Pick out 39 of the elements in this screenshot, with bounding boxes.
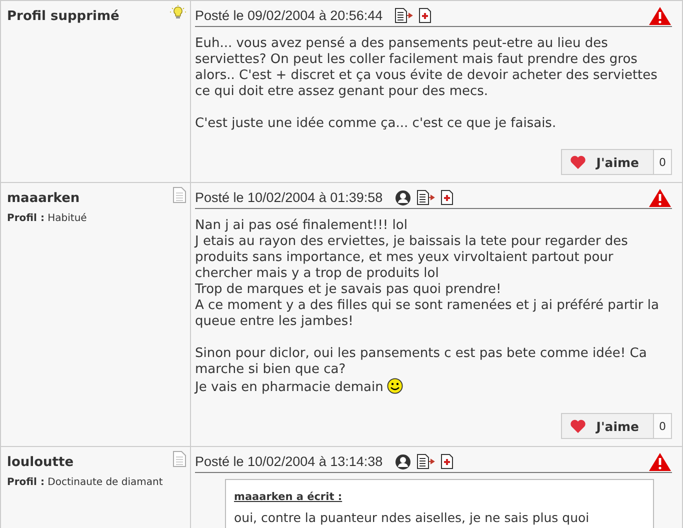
warning-icon[interactable]	[648, 6, 672, 26]
quote-text: oui, contre la puanteur ndes aiselles, je ne sais plus quoi	[234, 510, 590, 525]
quote-author: maaarken a écrit :	[234, 491, 342, 503]
document-plus-icon[interactable]	[440, 454, 453, 469]
document-plus-icon[interactable]	[440, 190, 453, 205]
document-arrow-icon[interactable]	[416, 454, 435, 469]
like-count: 0	[654, 149, 672, 175]
profile-rank: Profil : Habitué	[7, 213, 87, 224]
post-date: Posté le 10/02/2004 à 01:39:58	[195, 190, 383, 205]
post-text: Trop de marques et je savais pas quoi prendre!	[195, 282, 502, 297]
warning-icon[interactable]	[648, 452, 672, 472]
document-plus-icon[interactable]	[418, 8, 431, 23]
warning-icon[interactable]	[648, 188, 672, 208]
like-button[interactable]: J'aime	[561, 149, 654, 175]
post-text: Nan j ai pas osé finalement!!! lol	[195, 218, 408, 233]
like-button[interactable]: J'aime	[561, 413, 654, 439]
document-icon	[173, 187, 186, 203]
document-arrow-icon[interactable]	[394, 8, 413, 23]
post-text: C'est juste une idée comme ça... c'est ce que je faisais.	[195, 116, 556, 131]
post-date: Posté le 09/02/2004 à 20:56:44	[195, 8, 383, 23]
lightbulb-icon	[170, 5, 186, 21]
author-name[interactable]: louloutte	[7, 455, 74, 470]
author-name[interactable]: Profil supprimé	[7, 9, 120, 24]
post-text: Euh... vous avez pensé a des pansements peut-etre au lieu des serviettes? On peut les coller facilement mais faut prendre des gros alors.. C'est + discret et ça vous évite de devoir acheter des serviettes ce qui doit etre assez genant pour des mecs.	[195, 36, 658, 99]
heart-icon	[570, 155, 586, 169]
post-text: A ce moment y a des filles qui se sont ramenées et j ai préféré partir la queue entre les jambes!	[195, 298, 659, 329]
post-date: Posté le 10/02/2004 à 13:14:38	[195, 454, 383, 469]
heart-icon	[570, 419, 586, 433]
smiley-icon	[387, 378, 404, 394]
document-icon	[173, 451, 186, 467]
author-name[interactable]: maaarken	[7, 191, 80, 206]
person-icon[interactable]	[394, 190, 411, 206]
post-text: Sinon pour diclor, oui les pansements c est pas bete comme idée! Ca marche si bien que ca?	[195, 346, 647, 377]
post-text: J etais au rayon des erviettes, je baissais la tete pour regarder des produits sans importance, et mes yeux virvoltaient partout pour chercher mais y a trop de produits lol	[195, 234, 628, 281]
profile-rank: Profil : Doctinaute de diamant	[7, 477, 163, 488]
person-icon[interactable]	[394, 454, 411, 470]
like-count: 0	[654, 413, 672, 439]
post-text: Je vais en pharmacie demain	[195, 380, 384, 395]
document-arrow-icon[interactable]	[416, 190, 435, 205]
